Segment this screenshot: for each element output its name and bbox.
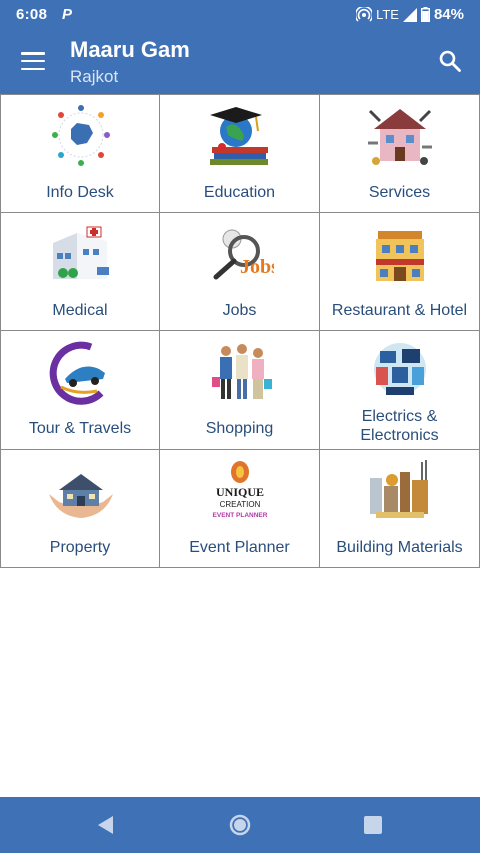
svg-text:CREATION: CREATION bbox=[220, 500, 261, 509]
category-services[interactable]: Services bbox=[320, 94, 480, 213]
category-grid: Info Desk Education Services Medical Job… bbox=[0, 94, 480, 568]
jobs-icon: Jobs bbox=[213, 229, 274, 279]
category-label: Tour & Travels bbox=[28, 420, 132, 437]
hotspot-icon bbox=[356, 6, 373, 22]
network-type: LTE bbox=[376, 7, 399, 22]
category-label: Event Planner bbox=[189, 538, 290, 556]
app-title: Maaru Gam bbox=[70, 37, 190, 62]
restaurant-hotel-icon bbox=[376, 230, 424, 281]
education-icon bbox=[210, 107, 268, 165]
tour-travels-icon bbox=[49, 341, 105, 405]
back-icon[interactable] bbox=[94, 813, 118, 837]
system-nav-bar bbox=[0, 797, 480, 853]
menu-icon[interactable] bbox=[21, 52, 45, 70]
category-label: Services bbox=[368, 184, 431, 201]
category-label: Jobs bbox=[222, 301, 257, 319]
category-education[interactable]: Education bbox=[160, 94, 320, 213]
event-planner-icon: UNIQUE CREATION EVENT PLANNER bbox=[213, 460, 268, 519]
home-icon[interactable] bbox=[228, 813, 252, 837]
services-icon bbox=[368, 109, 432, 165]
electrics-electronics-icon bbox=[374, 343, 426, 395]
app-bar: Maaru Gam Rajkot bbox=[0, 30, 480, 94]
category-building-materials[interactable]: Building Materials bbox=[320, 449, 480, 568]
shopping-icon bbox=[212, 344, 272, 399]
category-tour-travels[interactable]: Tour & Travels bbox=[0, 331, 160, 450]
category-label: Shopping bbox=[205, 420, 274, 437]
category-medical[interactable]: Medical bbox=[0, 212, 160, 331]
signal-icon bbox=[402, 7, 417, 22]
svg-text:Jobs: Jobs bbox=[240, 256, 274, 278]
svg-text:EVENT PLANNER: EVENT PLANNER bbox=[213, 512, 268, 519]
battery-icon bbox=[420, 7, 430, 22]
category-label: Property bbox=[49, 538, 111, 556]
battery-percent: 84% bbox=[433, 6, 464, 23]
app-subtitle: Rajkot bbox=[70, 67, 119, 86]
status-bar: 6:08 P LTE 84% bbox=[0, 0, 480, 30]
category-electrics-electronics[interactable]: Electrics & Electronics bbox=[320, 331, 480, 450]
recents-icon[interactable] bbox=[361, 813, 385, 837]
category-info-desk[interactable]: Info Desk bbox=[0, 94, 160, 213]
category-property[interactable]: Property bbox=[0, 449, 160, 568]
info-desk-icon bbox=[52, 105, 110, 166]
search-icon[interactable] bbox=[438, 49, 462, 73]
category-restaurant-hotel[interactable]: Restaurant & Hotel bbox=[320, 212, 480, 331]
svg-text:UNIQUE: UNIQUE bbox=[216, 485, 264, 499]
parking-app-icon: P bbox=[62, 6, 73, 23]
category-label: Restaurant & Hotel bbox=[331, 301, 468, 319]
status-time: 6:08 bbox=[16, 6, 48, 23]
category-label: Info Desk bbox=[46, 184, 114, 201]
property-icon bbox=[49, 473, 113, 518]
medical-icon bbox=[53, 226, 109, 279]
category-label: Building Materials bbox=[336, 538, 463, 556]
category-label: Education bbox=[203, 184, 276, 201]
building-materials-icon bbox=[370, 459, 428, 518]
category-jobs[interactable]: Jobs Jobs bbox=[160, 212, 320, 331]
category-label: Electrics & Electronics bbox=[360, 408, 439, 444]
category-shopping[interactable]: Shopping bbox=[160, 331, 320, 450]
category-label: Medical bbox=[52, 301, 108, 319]
status-icons: LTE 84% bbox=[356, 6, 464, 23]
category-event-planner[interactable]: UNIQUE CREATION EVENT PLANNER Event Plan… bbox=[160, 449, 320, 568]
